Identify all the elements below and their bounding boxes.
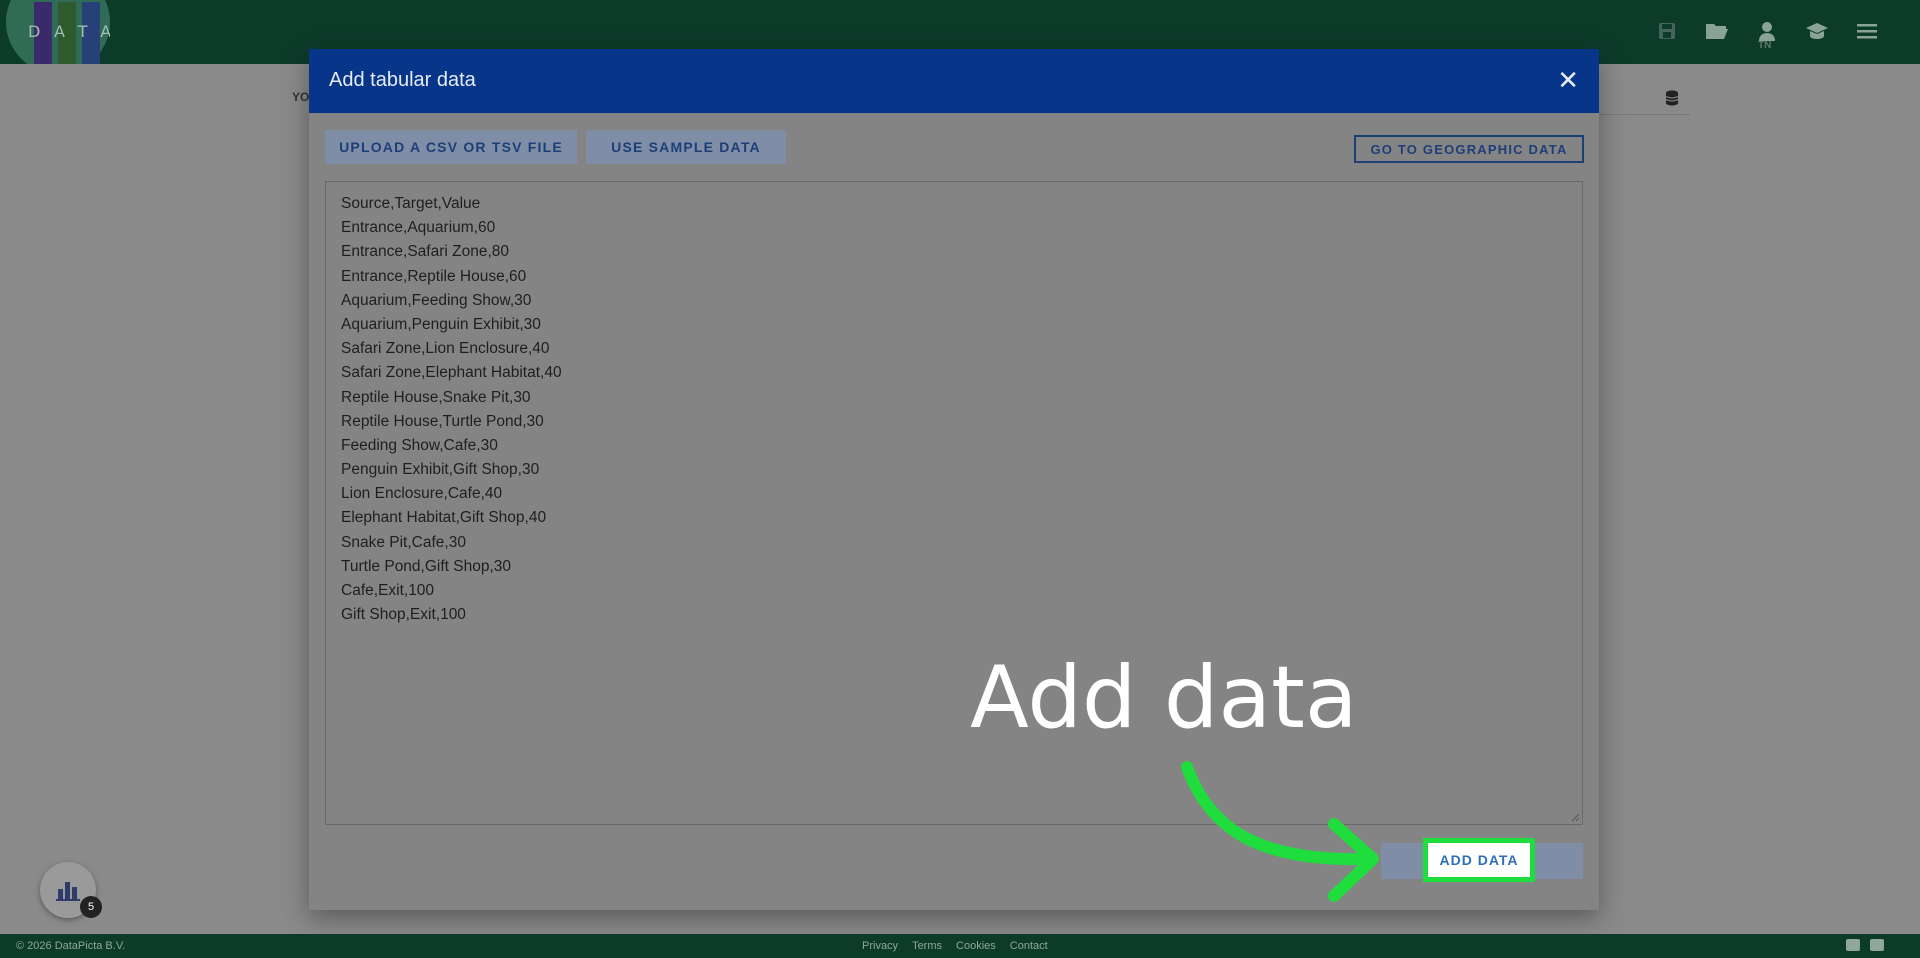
page-footer: © 2026 DataPicta B.V. Privacy Terms Cook… <box>0 934 1920 958</box>
user-initials: TN <box>1758 40 1772 51</box>
data-line: Safari Zone,Elephant Habitat,40 <box>341 364 562 382</box>
data-line: Lion Enclosure,Cafe,40 <box>341 485 503 503</box>
menu-icon[interactable] <box>1854 18 1880 44</box>
app-logo[interactable]: DATAPICTA <box>6 0 110 64</box>
data-line: Elephant Habitat,Gift Shop,40 <box>341 509 547 527</box>
data-line: Source,Target,Value <box>341 195 481 212</box>
save-icon[interactable] <box>1654 18 1680 44</box>
add-data-button[interactable]: ADD DATA <box>1423 838 1535 882</box>
geographic-data-button[interactable]: GO TO GEOGRAPHIC DATA <box>1354 135 1584 163</box>
data-line: Gift Shop,Exit,100 <box>341 606 466 624</box>
add-tabular-data-dialog: Add tabular data ✕ UPLOAD A CSV OR TSV F… <box>309 49 1599 910</box>
chart-count-badge: 5 <box>80 896 102 918</box>
bar-chart-icon <box>56 882 80 901</box>
data-line: Penguin Exhibit,Gift Shop,30 <box>341 461 540 479</box>
user-icon[interactable]: TN <box>1754 18 1780 51</box>
data-line: Safari Zone,Lion Enclosure,40 <box>341 340 550 358</box>
data-line: Aquarium,Feeding Show,30 <box>341 291 532 309</box>
close-icon[interactable]: ✕ <box>1557 65 1579 96</box>
footer-link-terms[interactable]: Terms <box>912 940 942 952</box>
linkedin-icon[interactable] <box>1870 939 1884 951</box>
database-icon[interactable] <box>1665 90 1679 106</box>
data-line: Reptile House,Snake Pit,30 <box>341 388 531 406</box>
data-line: Feeding Show,Cafe,30 <box>341 436 498 454</box>
use-sample-data-button[interactable]: USE SAMPLE DATA <box>586 130 786 164</box>
copyright-text: © 2026 DataPicta B.V. <box>16 940 126 952</box>
upload-csv-button[interactable]: UPLOAD A CSV OR TSV FILE <box>325 130 577 164</box>
dialog-title: Add tabular data <box>329 69 476 91</box>
data-line: Aquarium,Penguin Exhibit,30 <box>341 315 541 333</box>
data-line: Entrance,Reptile House,60 <box>341 267 527 285</box>
footer-link-privacy[interactable]: Privacy <box>862 940 898 952</box>
data-line: Reptile House,Turtle Pond,30 <box>341 412 544 430</box>
data-line: Entrance,Aquarium,60 <box>341 219 496 237</box>
data-line: Cafe,Exit,100 <box>341 582 435 599</box>
annotation-text: Add data <box>970 648 1358 748</box>
data-line: Entrance,Safari Zone,80 <box>341 243 510 261</box>
footer-link-cookies[interactable]: Cookies <box>956 940 996 952</box>
graduation-cap-icon[interactable] <box>1804 18 1830 44</box>
data-textarea[interactable]: Source,Target,Value Entrance,Aquarium,60 E… <box>325 181 1583 825</box>
footer-link-contact[interactable]: Contact <box>1010 940 1048 952</box>
background-heading-stub: YO <box>292 90 310 104</box>
data-line: Turtle Pond,Gift Shop,30 <box>341 557 512 575</box>
resize-handle-icon[interactable] <box>1570 812 1580 822</box>
dialog-header: Add tabular data ✕ <box>309 49 1599 113</box>
logo-text: DATAPICTA <box>28 22 110 41</box>
folder-open-icon[interactable] <box>1704 18 1730 44</box>
youtube-icon[interactable] <box>1846 939 1860 951</box>
data-line: Snake Pit,Cafe,30 <box>341 533 466 551</box>
